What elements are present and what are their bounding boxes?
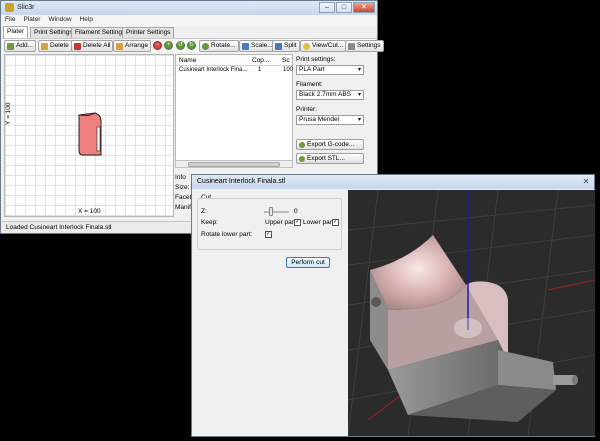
settings-icon	[348, 43, 355, 50]
row-copies: 1	[258, 67, 262, 73]
menu-plater[interactable]: Plater	[19, 15, 44, 24]
table-row[interactable]: Cusineart Interlock Fina... 1 100	[176, 66, 294, 76]
view-cut-button[interactable]: View/Cut...	[300, 40, 347, 52]
printer-select[interactable]: Prusa Mendel	[296, 115, 364, 125]
cut-dialog-title: Cusineart Interlock Finala.stl	[197, 178, 286, 185]
split-button[interactable]: Split	[272, 40, 300, 52]
z-value: 0	[294, 208, 298, 215]
export-stl-button[interactable]: Export STL...	[296, 153, 364, 164]
scale-icon	[242, 43, 249, 50]
tab-filament-settings[interactable]: Filament Settings	[71, 27, 130, 38]
menubar: File Plater Window Help	[1, 15, 377, 26]
print-settings-label: Print settings:	[296, 56, 336, 63]
rotate-lower-part-checkbox[interactable]: ✓	[265, 231, 272, 238]
increase-copies-icon[interactable]: +	[164, 41, 173, 50]
3d-viewport[interactable]	[348, 190, 595, 436]
plater-x-label: X = 100	[78, 208, 101, 215]
plater-y-label: Y = 100	[5, 102, 12, 125]
minimize-icon[interactable]: –	[319, 2, 335, 13]
delete-icon	[41, 43, 48, 50]
printer-label: Printer:	[296, 106, 317, 113]
filament-select[interactable]: Black 2.7mm ABS	[296, 90, 364, 100]
cut-dialog-titlebar[interactable]: Cusineart Interlock Finala.stl ✕	[192, 175, 594, 189]
arrange-icon	[116, 43, 123, 50]
tab-printer-settings[interactable]: Printer Settings	[122, 27, 175, 38]
maximize-icon[interactable]: □	[336, 2, 352, 13]
object-list-header: Name Cop... Sc	[176, 55, 292, 66]
view-cut-icon	[303, 43, 310, 50]
row-scale: 100	[283, 67, 294, 73]
column-copies[interactable]: Cop...	[252, 57, 269, 64]
settings-button[interactable]: Settings	[345, 40, 384, 52]
split-icon	[275, 43, 282, 50]
menu-help[interactable]: Help	[76, 15, 97, 24]
lower-part-checkbox[interactable]: ✓	[332, 219, 339, 226]
lower-part-label: Lower part	[303, 219, 334, 226]
z-slider-track[interactable]	[264, 211, 289, 213]
keep-label: Keep:	[201, 219, 218, 226]
arrange-button[interactable]: Arrange	[113, 40, 152, 52]
delete-button[interactable]: Delete	[38, 40, 72, 52]
rotate-left-icon[interactable]: ↺	[176, 41, 185, 50]
rotate-lower-part-label: Rotate lower part:	[201, 231, 253, 238]
tab-print-settings[interactable]: Print Settings	[30, 27, 77, 38]
add-button[interactable]: Add...	[4, 40, 36, 52]
main-window-title: Slic3r	[17, 4, 35, 11]
3d-model-render[interactable]	[348, 190, 595, 436]
row-name: Cusineart Interlock Fina...	[179, 67, 248, 73]
column-name[interactable]: Name	[179, 57, 196, 64]
main-titlebar[interactable]: Slic3r – □ ✕	[1, 1, 377, 15]
plater-canvas[interactable]	[4, 54, 174, 217]
cut-options-panel: Cut Z: 0 Keep: Upper part ✓ Lower part ✓…	[197, 194, 345, 434]
close-icon[interactable]: ✕	[581, 177, 591, 187]
column-scale[interactable]: Sc	[282, 57, 290, 64]
delete-all-button[interactable]: Delete All	[71, 40, 114, 52]
export-stl-icon	[299, 156, 305, 162]
upper-part-checkbox[interactable]: ✓	[294, 219, 301, 226]
rotate-button[interactable]: Rotate...	[199, 40, 239, 52]
z-slider-handle[interactable]	[269, 207, 273, 216]
filament-label: Filament:	[296, 81, 323, 88]
export-gcode-button[interactable]: Export G-code...	[296, 139, 364, 150]
cut-dialog-window: Cusineart Interlock Finala.stl ✕ Cut Z: …	[191, 174, 595, 437]
menu-window[interactable]: Window	[44, 15, 75, 24]
rotate-icon	[202, 43, 209, 50]
z-label: Z:	[201, 208, 207, 215]
delete-all-icon	[74, 43, 81, 50]
close-icon[interactable]: ✕	[353, 2, 375, 13]
decrease-copies-icon[interactable]: −	[153, 41, 162, 50]
menu-file[interactable]: File	[1, 15, 19, 24]
export-gcode-icon	[299, 142, 305, 148]
add-icon	[7, 43, 14, 50]
tab-plater[interactable]: Plater	[3, 26, 28, 38]
print-settings-select[interactable]: PLA Part	[296, 65, 364, 75]
plater-part-preview[interactable]	[5, 55, 175, 218]
object-list-scrollbar[interactable]	[175, 160, 293, 168]
slic3r-app-icon	[5, 3, 14, 12]
scale-button[interactable]: Scale...	[239, 40, 276, 52]
object-list[interactable]: Name Cop... Sc Cusineart Interlock Fina.…	[175, 54, 293, 168]
plater-toolbar: Add... Delete Delete All Arrange − + ↺ ↻…	[2, 38, 384, 52]
scrollbar-thumb[interactable]	[188, 162, 280, 167]
perform-cut-button[interactable]: Perform cut	[286, 257, 330, 268]
upper-part-label: Upper part	[265, 219, 296, 226]
settings-column: Print settings: PLA Part Filament: Black…	[296, 56, 378, 176]
rotate-right-icon[interactable]: ↻	[187, 41, 196, 50]
